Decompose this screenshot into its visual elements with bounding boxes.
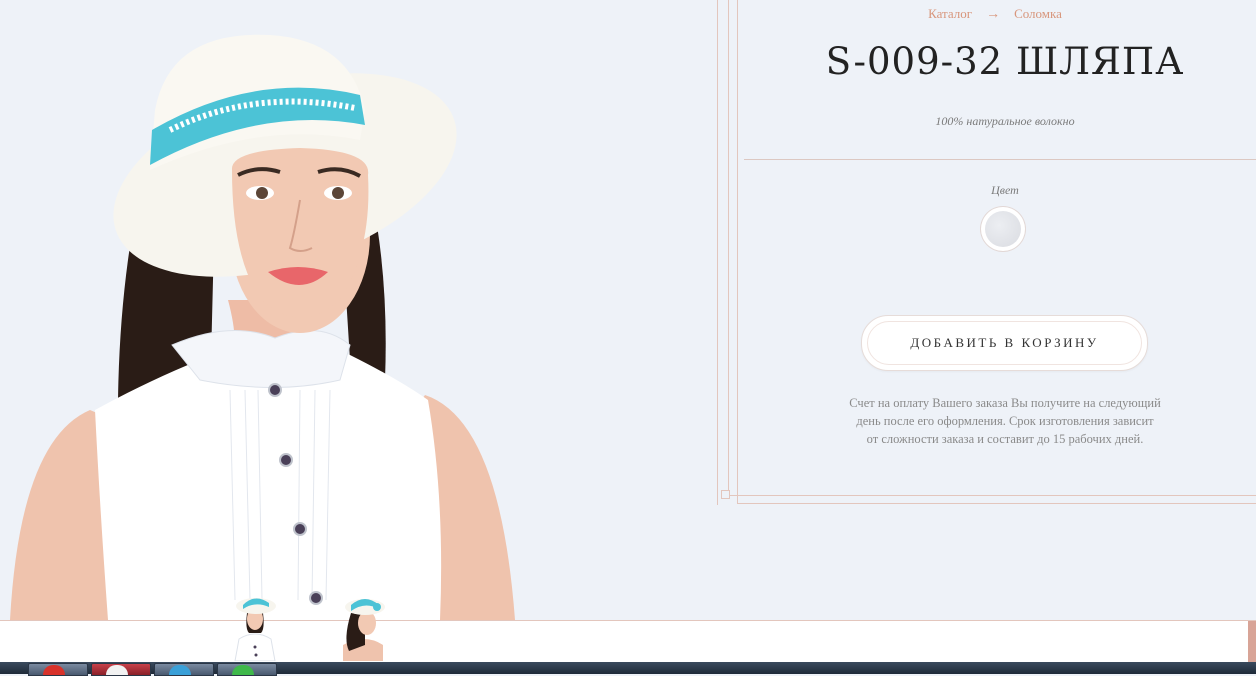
strip-line — [0, 620, 645, 621]
add-to-cart-button[interactable]: ДОБАВИТЬ В КОРЗИНУ — [861, 315, 1148, 371]
breadcrumb-link-current[interactable]: Соломка — [1014, 6, 1062, 21]
order-note-line: день после его оформления. Срок изготовл… — [856, 414, 1154, 428]
add-to-cart-label: ДОБАВИТЬ В КОРЗИНУ — [910, 335, 1099, 350]
breadcrumb-link-catalog[interactable]: Каталог — [928, 6, 972, 21]
taskbar-app-2[interactable] — [91, 663, 151, 676]
divider — [744, 159, 1256, 160]
product-title: S-009-32 ШЛЯПА — [825, 40, 1185, 83]
thumbnail-front-view[interactable] — [225, 589, 285, 662]
taskbar-app-4[interactable] — [217, 663, 277, 676]
color-swatch[interactable] — [981, 207, 1025, 251]
breadcrumb-arrow-icon: → — [986, 7, 1001, 22]
frame-line — [717, 0, 718, 505]
thumbnail-side-view[interactable] — [335, 589, 395, 661]
order-note: Счет на оплату Вашего заказа Вы получите… — [820, 394, 1190, 448]
scroll-tab[interactable] — [1248, 621, 1256, 663]
frame-corner-ornament — [721, 490, 730, 499]
thumbnail-strip — [0, 598, 1256, 663]
os-taskbar — [0, 662, 1256, 676]
product-main-image — [0, 0, 645, 620]
taskbar-app-3[interactable] — [154, 663, 214, 676]
color-swatch-fill — [985, 211, 1021, 247]
breadcrumb: Каталог → Соломка — [880, 6, 1110, 23]
order-note-line: от сложности заказа и составит до 15 раб… — [866, 432, 1144, 446]
color-label: Цвет — [991, 183, 1019, 197]
taskbar-app-1[interactable] — [28, 663, 88, 676]
order-note-line: Счет на оплату Вашего заказа Вы получите… — [849, 396, 1161, 410]
product-material: 100% натуральное волокно — [935, 114, 1075, 128]
